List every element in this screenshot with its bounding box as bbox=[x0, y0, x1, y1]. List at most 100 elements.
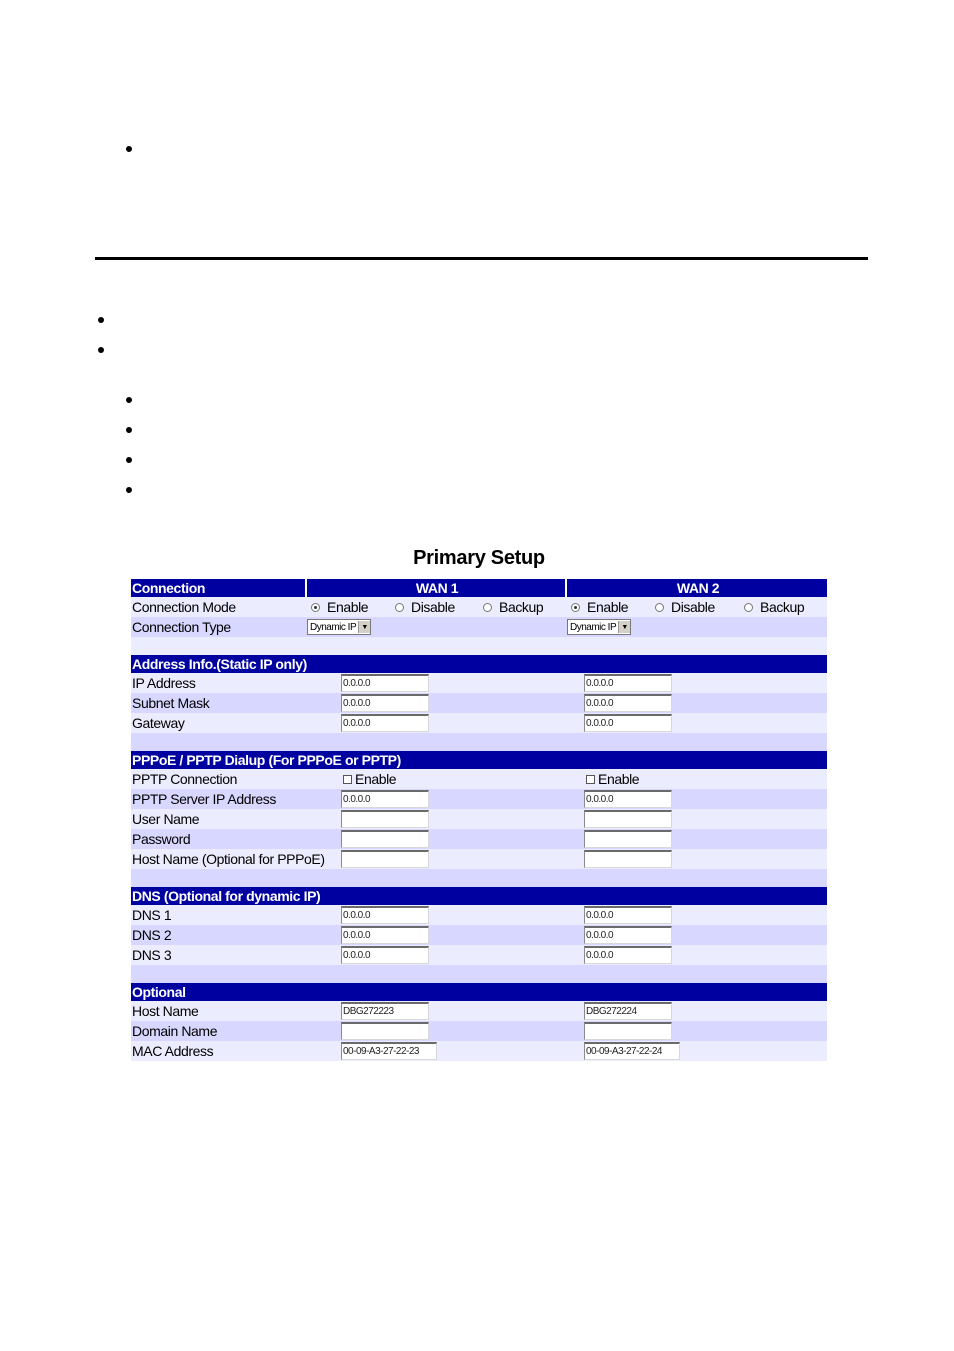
optional-header: Optional bbox=[131, 983, 827, 1001]
wan2-input[interactable]: 00-09-A3-27-22-24 bbox=[584, 1042, 680, 1060]
radio-label: Enable bbox=[587, 599, 629, 615]
row-label: DNS 1 bbox=[132, 907, 172, 923]
row-label: MAC Address bbox=[132, 1043, 214, 1059]
row-label: Password bbox=[132, 831, 191, 847]
list-bullet bbox=[126, 487, 132, 493]
form-row: DNS 3 0.0.0.0 0.0.0.0 bbox=[131, 945, 827, 965]
row-label: DNS 2 bbox=[132, 927, 172, 943]
radio-selected-icon bbox=[311, 602, 320, 612]
chevron-down-icon: ▼ bbox=[618, 621, 631, 633]
wan1-input[interactable]: 0.0.0.0 bbox=[341, 694, 429, 712]
wan2-input[interactable] bbox=[584, 850, 672, 868]
form-row: IP Address 0.0.0.0 0.0.0.0 bbox=[131, 673, 827, 693]
form-row: DNS 2 0.0.0.0 0.0.0.0 bbox=[131, 925, 827, 945]
spacer-row bbox=[131, 965, 827, 983]
list-bullet bbox=[126, 427, 132, 433]
wan2-input[interactable]: 0.0.0.0 bbox=[584, 946, 672, 964]
row-label: IP Address bbox=[132, 675, 196, 691]
wan1-input[interactable] bbox=[341, 1022, 429, 1040]
checkbox-icon bbox=[343, 774, 352, 784]
wan2-input[interactable]: 0.0.0.0 bbox=[584, 674, 672, 692]
list-bullet bbox=[126, 397, 132, 403]
select-value: Dynamic IP bbox=[310, 621, 357, 633]
connection-mode-row: Connection Mode Enable Disable Backup En… bbox=[131, 597, 827, 617]
row-label: Connection Type bbox=[132, 619, 231, 635]
radio-icon bbox=[655, 602, 664, 612]
wan1-mode-backup[interactable]: Backup bbox=[483, 597, 544, 617]
form-row: Host Name DBG272223 DBG272224 bbox=[131, 1001, 827, 1021]
wan2-input[interactable]: 0.0.0.0 bbox=[584, 906, 672, 924]
section-title: PPPoE / PPTP Dialup (For PPPoE or PPTP) bbox=[132, 752, 401, 768]
section-title: Connection bbox=[132, 580, 205, 596]
wan1-input[interactable]: DBG272223 bbox=[341, 1002, 429, 1020]
wan2-mode-enable[interactable]: Enable bbox=[571, 597, 629, 617]
row-label: Host Name (Optional for PPPoE) bbox=[132, 851, 325, 867]
connection-type-row: Connection Type Dynamic IP ▼ Dynamic IP ▼ bbox=[131, 617, 827, 637]
form-row: Password bbox=[131, 829, 827, 849]
wan2-input[interactable] bbox=[584, 810, 672, 828]
chevron-down-icon: ▼ bbox=[358, 621, 371, 633]
wan1-input[interactable] bbox=[341, 850, 429, 868]
form-row: Gateway 0.0.0.0 0.0.0.0 bbox=[131, 713, 827, 733]
wan1-mode-disable[interactable]: Disable bbox=[395, 597, 455, 617]
wan1-input[interactable]: 0.0.0.0 bbox=[341, 714, 429, 732]
list-bullet bbox=[98, 347, 104, 353]
row-label: Gateway bbox=[132, 715, 185, 731]
page-title: Primary Setup bbox=[413, 547, 545, 569]
row-label: PPTP Connection bbox=[132, 771, 238, 787]
wan1-input[interactable]: 00-09-A3-27-22-23 bbox=[341, 1042, 437, 1060]
list-bullet bbox=[126, 146, 132, 152]
checkbox-label: Enable bbox=[598, 771, 640, 787]
connection-header: Connection WAN 1 WAN 2 bbox=[131, 579, 827, 597]
spacer-row bbox=[131, 869, 827, 887]
radio-label: Backup bbox=[760, 599, 805, 615]
wan2-connection-type-select[interactable]: Dynamic IP ▼ bbox=[567, 619, 632, 635]
radio-icon bbox=[744, 602, 753, 612]
wan1-connection-type-select[interactable]: Dynamic IP ▼ bbox=[307, 619, 372, 635]
wan1-input[interactable]: 0.0.0.0 bbox=[341, 926, 429, 944]
list-bullet bbox=[98, 317, 104, 323]
wan2-mode-backup[interactable]: Backup bbox=[744, 597, 805, 617]
radio-icon bbox=[395, 602, 404, 612]
row-label: DNS 3 bbox=[132, 947, 172, 963]
checkbox-icon bbox=[586, 774, 595, 784]
wan1-header: WAN 1 bbox=[305, 579, 567, 597]
address-header: Address Info.(Static IP only) bbox=[131, 655, 827, 673]
wan2-input[interactable]: 0.0.0.0 bbox=[584, 926, 672, 944]
row-label: User Name bbox=[132, 811, 200, 827]
form-row: PPTP Server IP Address 0.0.0.0 0.0.0.0 bbox=[131, 789, 827, 809]
dns-header: DNS (Optional for dynamic IP) bbox=[131, 887, 827, 905]
wan1-input[interactable]: 0.0.0.0 bbox=[341, 674, 429, 692]
wan2-input[interactable]: 0.0.0.0 bbox=[584, 790, 672, 808]
row-label: Domain Name bbox=[132, 1023, 218, 1039]
row-label: Host Name bbox=[132, 1003, 199, 1019]
row-label: Subnet Mask bbox=[132, 695, 210, 711]
wan2-mode-disable[interactable]: Disable bbox=[655, 597, 715, 617]
wan1-mode-enable[interactable]: Enable bbox=[311, 597, 369, 617]
form-row: Host Name (Optional for PPPoE) bbox=[131, 849, 827, 869]
form-row: Domain Name bbox=[131, 1021, 827, 1041]
wan2-input[interactable] bbox=[584, 1022, 672, 1040]
wan1-pptp-enable-checkbox[interactable]: Enable bbox=[343, 769, 397, 789]
section-title: Address Info.(Static IP only) bbox=[132, 656, 307, 672]
wan1-input[interactable] bbox=[341, 830, 429, 848]
wan1-input[interactable]: 0.0.0.0 bbox=[341, 906, 429, 924]
radio-icon bbox=[483, 602, 492, 612]
wan2-input[interactable] bbox=[584, 830, 672, 848]
select-value: Dynamic IP bbox=[570, 621, 617, 633]
form-row: DNS 1 0.0.0.0 0.0.0.0 bbox=[131, 905, 827, 925]
form-row: MAC Address 00-09-A3-27-22-23 00-09-A3-27-… bbox=[131, 1041, 827, 1061]
wan2-input[interactable]: DBG272224 bbox=[584, 1002, 672, 1020]
form-row: User Name bbox=[131, 809, 827, 829]
radio-label: Disable bbox=[671, 599, 715, 615]
wan1-input[interactable]: 0.0.0.0 bbox=[341, 790, 429, 808]
wan1-input[interactable]: 0.0.0.0 bbox=[341, 946, 429, 964]
pptp-connection-row: PPTP Connection Enable Enable bbox=[131, 769, 827, 789]
wan1-input[interactable] bbox=[341, 810, 429, 828]
section-divider bbox=[95, 257, 868, 260]
wan2-input[interactable]: 0.0.0.0 bbox=[584, 694, 672, 712]
section-title: Optional bbox=[132, 984, 186, 1000]
wan2-pptp-enable-checkbox[interactable]: Enable bbox=[586, 769, 640, 789]
wan2-input[interactable]: 0.0.0.0 bbox=[584, 714, 672, 732]
pppoe-header: PPPoE / PPTP Dialup (For PPPoE or PPTP) bbox=[131, 751, 827, 769]
